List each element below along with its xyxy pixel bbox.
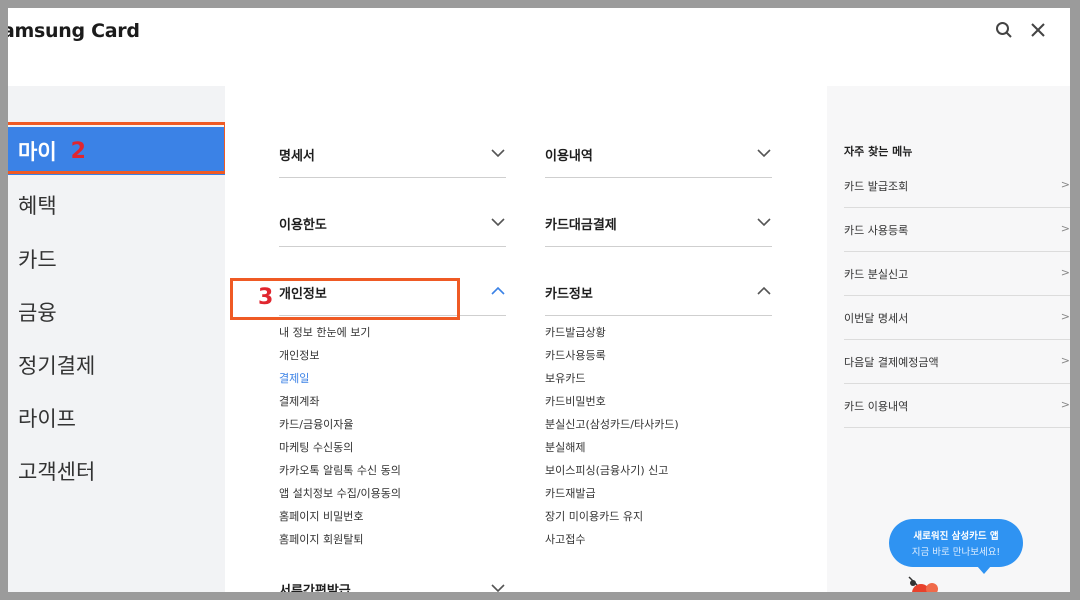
chevron-down-icon	[491, 149, 505, 158]
submenu-item[interactable]: 사고접수	[545, 528, 679, 551]
sidebar-item-card[interactable]: 카드	[8, 235, 225, 283]
sidebar-item-label: 마이	[18, 140, 57, 164]
submenu-item[interactable]: 카드비밀번호	[545, 390, 679, 413]
submenu-item[interactable]: 분실해제	[545, 436, 679, 459]
bubble-tail	[977, 566, 991, 574]
submenu-item[interactable]: 보유카드	[545, 367, 679, 390]
sidebar-item-label: 혜택	[18, 194, 57, 218]
sidebar-item-life[interactable]: 라이프	[8, 394, 225, 442]
section-usage-history[interactable]: 이용내역	[545, 141, 772, 178]
favorite-item[interactable]: 다음달 결제예정금액 >	[844, 340, 1070, 384]
submenu-item[interactable]: 앱 설치정보 수집/이용동의	[279, 482, 401, 505]
sidebar-item-regular-payment[interactable]: 정기결제	[8, 341, 225, 389]
app-promo-bubble[interactable]: 새로워진 삼성카드 앱 지금 바로 만나보세요!	[889, 519, 1023, 574]
section-statement[interactable]: 명세서	[279, 141, 506, 178]
chevron-down-icon	[491, 218, 505, 227]
chevron-down-icon	[757, 218, 771, 227]
chevron-up-icon	[757, 286, 771, 295]
submenu-item[interactable]: 장기 미이용카드 유지	[545, 505, 679, 528]
header: amsung Card	[8, 8, 1070, 86]
sidebar-item-my[interactable]: 마이 2	[8, 127, 225, 175]
section-card-info[interactable]: 카드정보	[545, 279, 772, 316]
submenu-item[interactable]: 홈페이지 비밀번호	[279, 505, 401, 528]
submenu-item[interactable]: 개인정보	[279, 344, 401, 367]
submenu-card-info: 카드발급상황 카드사용등록 보유카드 카드비밀번호 분실신고(삼성카드/타사카드…	[545, 321, 679, 551]
chevron-right-icon: >	[1060, 222, 1070, 235]
sidebar-item-label: 정기결제	[18, 354, 96, 378]
sidebar-item-label: 카드	[18, 248, 57, 272]
section-title: 이용한도	[279, 218, 327, 233]
submenu-item[interactable]: 카드발급상황	[545, 321, 679, 344]
section-title: 서류간편발급	[279, 584, 351, 592]
favorite-label: 카드 사용등록	[844, 224, 909, 237]
favorites-title: 자주 찾는 메뉴	[844, 145, 913, 158]
submenu-item[interactable]: 홈페이지 회원탈퇴	[279, 528, 401, 551]
mascot-icon	[908, 576, 938, 592]
submenu-item[interactable]: 결제계좌	[279, 390, 401, 413]
sidebar: 마이 2 혜택 카드 금융 정기결제 라이프 고객센터	[8, 86, 225, 592]
favorite-item[interactable]: 이번달 명세서 >	[844, 296, 1070, 340]
submenu-item[interactable]: 카드재발급	[545, 482, 679, 505]
sidebar-item-customer-center[interactable]: 고객센터	[8, 447, 225, 495]
favorite-label: 카드 분실신고	[844, 268, 909, 281]
chevron-right-icon: >	[1060, 178, 1070, 191]
sidebar-item-finance[interactable]: 금융	[8, 288, 225, 336]
section-card-payment[interactable]: 카드대금결제	[545, 210, 772, 247]
favorite-label: 카드 발급조회	[844, 180, 909, 193]
section-title: 이용내역	[545, 149, 593, 164]
submenu-item[interactable]: 카드/금융이자율	[279, 413, 401, 436]
chevron-down-icon	[491, 584, 505, 592]
submenu-item[interactable]: 마케팅 수신동의	[279, 436, 401, 459]
submenu-item[interactable]: 내 정보 한눈에 보기	[279, 321, 401, 344]
section-title: 개인정보	[279, 287, 327, 302]
submenu-item[interactable]: 카카오톡 알림톡 수신 동의	[279, 459, 401, 482]
favorite-label: 카드 이용내역	[844, 400, 909, 413]
logo[interactable]: amsung Card	[8, 20, 140, 42]
close-icon[interactable]	[1028, 20, 1048, 40]
favorite-item[interactable]: 카드 발급조회 >	[844, 164, 1070, 208]
favorite-item[interactable]: 카드 사용등록 >	[844, 208, 1070, 252]
section-usage-limit[interactable]: 이용한도	[279, 210, 506, 247]
submenu-item[interactable]: 분실신고(삼성카드/타사카드)	[545, 413, 679, 436]
favorite-item[interactable]: 카드 이용내역 >	[844, 384, 1070, 428]
sidebar-item-benefits[interactable]: 혜택	[8, 181, 225, 229]
step-marker-2: 2	[70, 138, 86, 164]
app-window: amsung Card 마이 2 혜택 카드 금융 정기결제 라이프 고객센터 …	[8, 8, 1070, 592]
section-title: 카드정보	[545, 287, 593, 302]
chevron-up-icon	[491, 286, 505, 295]
submenu-personal-info: 내 정보 한눈에 보기 개인정보 결제일 결제계좌 카드/금융이자율 마케팅 수…	[279, 321, 401, 551]
chevron-right-icon: >	[1060, 354, 1070, 367]
sidebar-item-label: 라이프	[18, 407, 76, 431]
section-title: 명세서	[279, 149, 315, 164]
menu-panel: 명세서 이용한도 개인정보 내 정보 한눈에 보기 개인정보 결제일 결제계좌 …	[225, 86, 827, 592]
favorites-panel: 자주 찾는 메뉴 카드 발급조회 > 카드 사용등록 > 카드 분실신고 > 이번달 …	[827, 86, 1070, 592]
section-document-issue[interactable]: 서류간편발급	[279, 576, 506, 592]
promo-line-1: 새로워진 삼성카드 앱	[913, 531, 999, 542]
sidebar-item-label: 금융	[18, 301, 57, 325]
section-title: 카드대금결제	[545, 218, 617, 233]
section-personal-info[interactable]: 개인정보	[279, 279, 506, 316]
submenu-item-payment-date[interactable]: 결제일	[279, 367, 401, 390]
chevron-down-icon	[757, 149, 771, 158]
favorite-item[interactable]: 카드 분실신고 >	[844, 252, 1070, 296]
promo-line-2: 지금 바로 만나보세요!	[911, 547, 1001, 558]
favorite-label: 다음달 결제예정금액	[844, 356, 939, 369]
chevron-right-icon: >	[1060, 310, 1070, 323]
favorite-label: 이번달 명세서	[844, 312, 909, 325]
chevron-right-icon: >	[1060, 398, 1070, 411]
step-marker-3: 3	[258, 285, 274, 310]
submenu-item[interactable]: 보이스피싱(금융사기) 신고	[545, 459, 679, 482]
sidebar-item-label: 고객센터	[18, 460, 96, 484]
submenu-item[interactable]: 카드사용등록	[545, 344, 679, 367]
chevron-right-icon: >	[1060, 266, 1070, 279]
search-icon[interactable]	[994, 20, 1014, 40]
